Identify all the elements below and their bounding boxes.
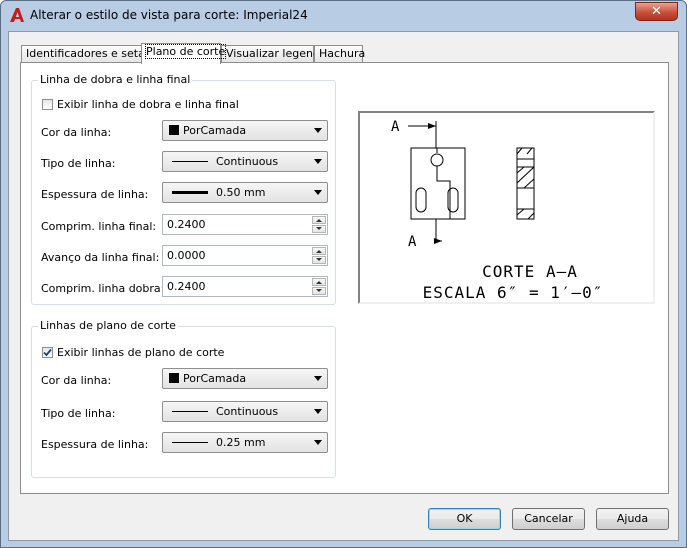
- bend-length-label: Comprim. linha dobra:: [41, 282, 165, 295]
- preview-panel: A A CORTE A–A ESCALA 6″ = 1′–0″: [358, 111, 655, 304]
- window-title: Alterar o estilo de vista para corte: Im…: [30, 8, 308, 22]
- plane-linetype-label: Tipo de linha:: [41, 407, 116, 420]
- group-title: Linhas de plano de corte: [38, 319, 178, 332]
- ok-button[interactable]: OK: [428, 508, 501, 530]
- linetype-sample-icon: [172, 161, 208, 162]
- chevron-down-icon: [314, 376, 322, 381]
- dropdown-value: PorCamada: [183, 372, 247, 385]
- end-length-label: Comprim. linha final:: [41, 220, 157, 233]
- cut-plane-group: Linhas de plano de corte Exibir linhas d…: [31, 319, 336, 478]
- end-overshoot-spinner[interactable]: 0.0000: [162, 245, 328, 266]
- chevron-down-icon: [314, 190, 322, 195]
- show-fold-line-checkbox[interactable]: Exibir linha de dobra e linha final: [42, 98, 239, 111]
- spin-down-icon[interactable]: [312, 256, 326, 264]
- section-caption-scale: ESCALA 6″ = 1′–0″: [423, 283, 604, 302]
- dialog-window: Alterar o estilo de vista para corte: Im…: [0, 0, 687, 548]
- tab-label: Hachura: [319, 47, 366, 60]
- checkbox-box[interactable]: [42, 347, 53, 358]
- section-label-bottom: A: [408, 234, 417, 250]
- spinner-buttons: [312, 278, 326, 295]
- dropdown-value: Continuous: [216, 405, 279, 418]
- tab-label: Identificadores e setas: [26, 47, 151, 60]
- color-swatch-icon: [169, 125, 179, 135]
- bottom-arrow-icon: [434, 238, 442, 244]
- fold-lineweight-dropdown[interactable]: 0.50 mm: [162, 182, 328, 203]
- spin-down-icon[interactable]: [312, 287, 326, 295]
- linetype-sample-icon: [172, 411, 208, 412]
- title-bar[interactable]: Alterar o estilo de vista para corte: Im…: [1, 1, 686, 29]
- chevron-down-icon: [314, 128, 322, 133]
- dropdown-value: 0.50 mm: [216, 186, 266, 199]
- checkbox-label: Exibir linhas de plano de corte: [57, 346, 225, 359]
- fold-linetype-label: Tipo de linha:: [41, 157, 116, 170]
- tab-label: Visualizar legenda: [226, 47, 327, 60]
- fold-color-dropdown[interactable]: PorCamada: [162, 120, 328, 141]
- tab-plano-de-corte[interactable]: Plano de corte: [141, 43, 227, 64]
- spinner-value: 0.0000: [167, 249, 206, 262]
- chevron-down-icon: [314, 409, 322, 414]
- section-view-preview: A A CORTE A–A ESCALA 6″ = 1′–0″: [391, 119, 604, 302]
- top-arrow-icon: [428, 123, 436, 129]
- spin-down-icon[interactable]: [312, 225, 326, 233]
- dropdown-value: PorCamada: [183, 124, 247, 137]
- end-length-spinner[interactable]: 0.2400: [162, 214, 328, 235]
- spinner-value: 0.2400: [167, 218, 206, 231]
- dropdown-value: 0.25 mm: [216, 436, 266, 449]
- dropdown-value: Continuous: [216, 155, 279, 168]
- cancel-button[interactable]: Cancelar: [512, 508, 585, 530]
- spinner-value: 0.2400: [167, 280, 206, 293]
- spin-up-icon[interactable]: [312, 247, 326, 255]
- spin-up-icon[interactable]: [312, 278, 326, 286]
- fold-lineweight-label: Espessura de linha:: [41, 188, 149, 201]
- autocad-logo-icon: [10, 8, 24, 22]
- close-button[interactable]: ✕: [635, 2, 678, 21]
- fold-color-label: Cor da linha:: [41, 126, 112, 139]
- color-swatch-icon: [169, 373, 179, 383]
- checkmark-icon: [43, 348, 52, 357]
- chevron-down-icon: [314, 159, 322, 164]
- tab-identificadores[interactable]: Identificadores e setas: [21, 45, 151, 63]
- tab-label: Plano de corte: [144, 44, 227, 59]
- plane-lineweight-label: Espessura de linha:: [41, 438, 149, 451]
- checkbox-box[interactable]: [42, 99, 53, 110]
- tab-page-plano-de-corte: Linha de dobra e linha final Exibir linh…: [20, 62, 669, 494]
- section-label-top: A: [391, 119, 400, 135]
- lineweight-sample-icon: [172, 442, 208, 443]
- spinner-buttons: [312, 216, 326, 233]
- chevron-down-icon: [314, 440, 322, 445]
- checkbox-label: Exibir linha de dobra e linha final: [57, 98, 239, 111]
- spinner-buttons: [312, 247, 326, 264]
- plane-lineweight-dropdown[interactable]: 0.25 mm: [162, 432, 328, 453]
- plane-linetype-dropdown[interactable]: Continuous: [162, 401, 328, 422]
- plane-color-label: Cor da linha:: [41, 374, 112, 387]
- tab-visualizar-legenda[interactable]: Visualizar legenda: [221, 45, 327, 63]
- help-button[interactable]: Ajuda: [596, 508, 669, 530]
- dialog-client-area: Identificadores e setas Plano de corte V…: [8, 31, 679, 541]
- end-overshoot-label: Avanço da linha final:: [41, 251, 160, 264]
- plane-color-dropdown[interactable]: PorCamada: [162, 368, 328, 389]
- bend-length-spinner[interactable]: 0.2400: [162, 276, 328, 297]
- show-cut-plane-checkbox[interactable]: Exibir linhas de plano de corte: [42, 346, 224, 359]
- fold-linetype-dropdown[interactable]: Continuous: [162, 151, 328, 172]
- spin-up-icon[interactable]: [312, 216, 326, 224]
- group-title: Linha de dobra e linha final: [38, 73, 193, 86]
- fold-line-group: Linha de dobra e linha final Exibir linh…: [31, 73, 336, 305]
- section-caption-title: CORTE A–A: [482, 262, 578, 281]
- tab-hachura[interactable]: Hachura: [314, 45, 366, 63]
- lineweight-sample-icon: [172, 191, 208, 194]
